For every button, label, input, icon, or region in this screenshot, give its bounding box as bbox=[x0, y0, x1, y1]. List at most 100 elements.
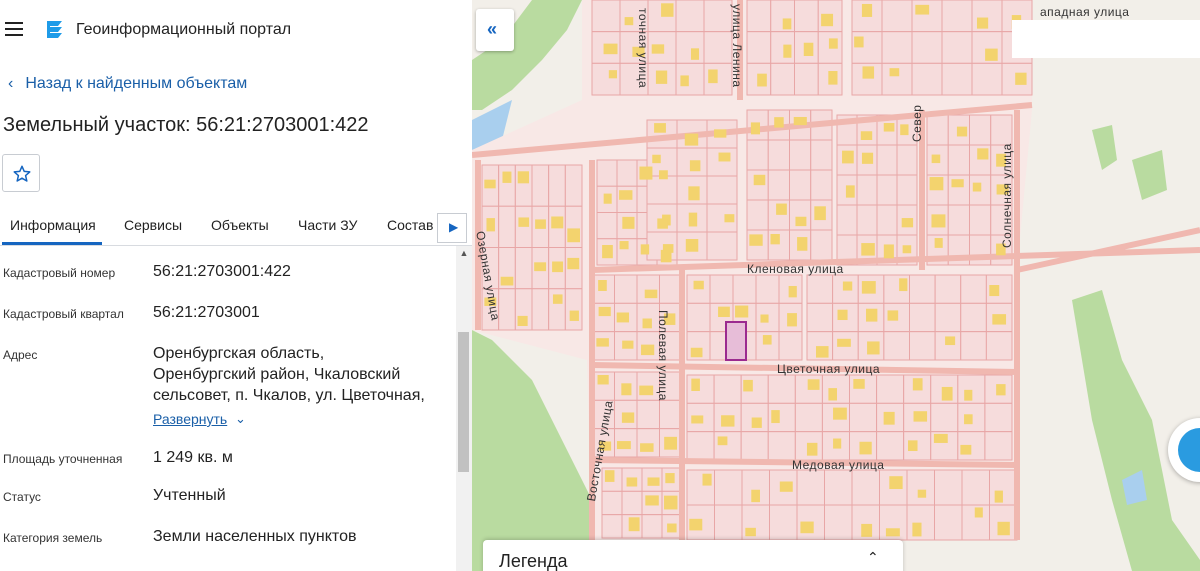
parcel[interactable] bbox=[778, 331, 803, 361]
parcel[interactable] bbox=[746, 139, 769, 171]
parcel[interactable] bbox=[713, 431, 742, 461]
parcel[interactable] bbox=[934, 469, 963, 506]
parcel[interactable] bbox=[659, 274, 683, 304]
parcel[interactable] bbox=[796, 469, 825, 506]
parcel[interactable] bbox=[531, 164, 550, 207]
parcel[interactable] bbox=[564, 164, 583, 207]
parcel[interactable] bbox=[709, 274, 734, 304]
parcel[interactable] bbox=[616, 159, 638, 187]
parcel[interactable] bbox=[930, 402, 959, 433]
parcel[interactable] bbox=[770, 62, 795, 96]
parcel[interactable] bbox=[498, 205, 516, 248]
parcel[interactable] bbox=[969, 204, 992, 236]
parcel[interactable] bbox=[810, 229, 833, 261]
parcel[interactable] bbox=[806, 274, 834, 304]
back-to-results-link[interactable]: ‹ Назад к найденным объектам bbox=[8, 75, 247, 93]
parcel[interactable] bbox=[706, 175, 738, 205]
parcel[interactable] bbox=[883, 331, 910, 361]
parcel[interactable] bbox=[856, 174, 878, 206]
parcel[interactable] bbox=[686, 431, 715, 461]
map-canvas[interactable] bbox=[472, 0, 1200, 571]
parcel[interactable] bbox=[596, 159, 618, 187]
parcel[interactable] bbox=[498, 164, 516, 207]
parcel[interactable] bbox=[614, 274, 638, 304]
parcel[interactable] bbox=[836, 204, 858, 236]
parcel[interactable] bbox=[746, 199, 769, 231]
address-expand-link[interactable]: Развернуть bbox=[153, 411, 227, 427]
parcel[interactable] bbox=[969, 114, 992, 146]
tab-services[interactable]: Сервисы bbox=[124, 217, 182, 233]
parcel[interactable] bbox=[636, 399, 660, 430]
parcel[interactable] bbox=[810, 139, 833, 171]
parcel[interactable] bbox=[961, 469, 990, 506]
parcel[interactable] bbox=[601, 490, 623, 516]
parcel[interactable] bbox=[934, 504, 963, 541]
parcel[interactable] bbox=[876, 431, 905, 461]
parcel[interactable] bbox=[794, 402, 823, 433]
parcel[interactable] bbox=[810, 169, 833, 201]
parcel[interactable] bbox=[906, 469, 935, 506]
parcel[interactable] bbox=[675, 0, 705, 33]
parcel[interactable] bbox=[881, 0, 913, 33]
parcel[interactable] bbox=[591, 62, 621, 96]
parcel[interactable] bbox=[686, 374, 715, 404]
parcel[interactable] bbox=[971, 62, 1003, 96]
parcel[interactable] bbox=[984, 402, 1013, 433]
parcel[interactable] bbox=[911, 0, 943, 33]
parcel[interactable] bbox=[789, 169, 812, 201]
parcel[interactable] bbox=[703, 0, 733, 33]
parcel[interactable] bbox=[876, 374, 905, 404]
parcel[interactable] bbox=[881, 31, 913, 64]
panel-scrollbar[interactable]: ▲ bbox=[456, 246, 472, 571]
parcel[interactable] bbox=[990, 114, 1013, 146]
parcel[interactable] bbox=[984, 431, 1013, 461]
tab-composition[interactable]: Состав bbox=[387, 217, 433, 233]
hamburger-menu-icon[interactable] bbox=[5, 22, 23, 36]
parcel[interactable] bbox=[714, 469, 743, 506]
parcel[interactable] bbox=[621, 490, 643, 516]
parcel[interactable] bbox=[659, 399, 683, 430]
favorite-button[interactable] bbox=[2, 154, 40, 192]
parcel[interactable] bbox=[714, 504, 743, 541]
parcel[interactable] bbox=[686, 302, 711, 333]
parcel[interactable] bbox=[985, 331, 1013, 361]
parcel[interactable] bbox=[514, 164, 533, 207]
parcel[interactable] bbox=[755, 274, 780, 304]
parcel[interactable] bbox=[548, 164, 566, 207]
parcel[interactable] bbox=[911, 31, 943, 64]
tab-parcel-parts[interactable]: Части ЗУ bbox=[298, 217, 357, 233]
parcel[interactable] bbox=[909, 331, 936, 361]
parcel[interactable] bbox=[909, 274, 936, 304]
parcel[interactable] bbox=[789, 139, 812, 171]
tab-objects[interactable]: Объекты bbox=[211, 217, 269, 233]
parcel[interactable] bbox=[794, 0, 819, 33]
collapse-panel-button[interactable]: « bbox=[476, 9, 514, 51]
parcel[interactable] bbox=[947, 204, 970, 236]
parcel[interactable] bbox=[794, 62, 819, 96]
parcel[interactable] bbox=[911, 62, 943, 96]
parcel[interactable] bbox=[514, 247, 533, 290]
parcel[interactable] bbox=[675, 62, 705, 96]
parcel[interactable] bbox=[531, 288, 550, 331]
parcel[interactable] bbox=[641, 514, 663, 539]
parcel[interactable] bbox=[876, 174, 898, 206]
parcel[interactable] bbox=[941, 31, 973, 64]
parcel[interactable] bbox=[851, 469, 880, 506]
parcel[interactable] bbox=[646, 175, 678, 205]
parcel[interactable] bbox=[636, 428, 660, 458]
parcel[interactable] bbox=[960, 331, 987, 361]
tab-information[interactable]: Информация bbox=[10, 217, 96, 233]
parcel[interactable] bbox=[934, 274, 962, 304]
map-view[interactable]: Кленовая улица Цветочная улица Медовая у… bbox=[472, 0, 1200, 571]
parcel[interactable] bbox=[703, 31, 733, 64]
parcel[interactable] bbox=[926, 114, 949, 146]
parcel[interactable] bbox=[881, 62, 913, 96]
parcel[interactable] bbox=[989, 469, 1018, 506]
parcel[interactable] bbox=[675, 31, 705, 64]
parcel[interactable] bbox=[960, 302, 987, 333]
parcel[interactable] bbox=[876, 144, 898, 176]
parcel[interactable] bbox=[941, 0, 973, 33]
parcel[interactable] bbox=[896, 144, 918, 176]
parcel[interactable] bbox=[767, 169, 790, 201]
parcel[interactable] bbox=[824, 504, 853, 541]
